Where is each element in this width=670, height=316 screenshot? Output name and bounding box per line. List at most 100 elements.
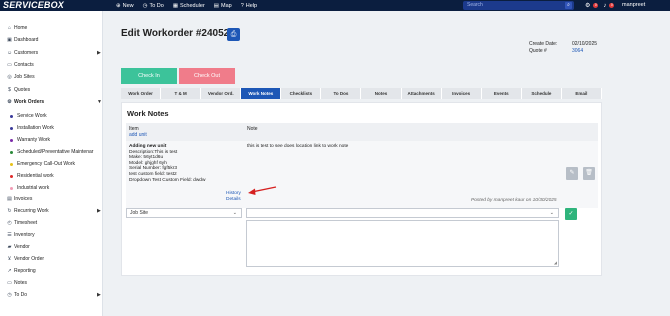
- tab-work-notes[interactable]: Work Notes: [241, 88, 282, 99]
- tab-email[interactable]: Email: [562, 88, 602, 99]
- calendar-icon: ▦: [172, 2, 179, 9]
- clock-icon: ◷: [7, 291, 12, 298]
- chevron-right-icon[interactable]: ▶: [97, 50, 101, 56]
- sidebar-item-residential[interactable]: Residential work: [10, 173, 54, 179]
- resize-handle-icon[interactable]: ◢: [554, 260, 557, 265]
- chart-icon: ↗: [7, 267, 12, 274]
- user-menu[interactable]: manpreet: [622, 0, 645, 11]
- chevron-right-icon[interactable]: ▶: [97, 208, 101, 214]
- printer-icon: ⎙: [230, 31, 237, 38]
- notes-table-header: Item add unit Note: [126, 123, 598, 141]
- search-icon[interactable]: ⌕: [565, 2, 572, 9]
- sidebar-item-todo[interactable]: ◷ To Do: [7, 292, 27, 298]
- nav-new[interactable]: ⊕ New: [116, 3, 134, 9]
- sidebar-item-emergency[interactable]: Emergency Call-Out Work: [10, 161, 75, 167]
- sidebar-item-contacts[interactable]: ▭ Contacts: [7, 62, 34, 68]
- nav-todo[interactable]: ◷ To Do: [143, 3, 164, 9]
- search-input[interactable]: Search ⌕: [463, 1, 574, 10]
- contacts-icon: ▭: [7, 61, 12, 68]
- sidebar-item-reporting[interactable]: ↗ Reporting: [7, 267, 35, 274]
- location-select[interactable]: Job Site ⌄: [126, 208, 242, 218]
- check-in-button[interactable]: Check In: [121, 68, 177, 84]
- status-dot: [10, 162, 13, 166]
- chevron-down-icon[interactable]: ▼: [97, 99, 102, 105]
- sidebar-item-recurring-work[interactable]: ↻ Recurring Work: [7, 207, 48, 214]
- sidebar-item-notes[interactable]: ▭ Notes: [7, 280, 27, 286]
- tab-events[interactable]: Events: [482, 88, 522, 99]
- inventory-icon: ☰: [7, 231, 12, 238]
- customers-icon: ☺: [7, 49, 13, 56]
- create-date-label: Create Date:: [529, 41, 558, 47]
- table-row: Adding new unit Description:This is test…: [126, 141, 598, 208]
- app-logo[interactable]: SERVICEBOX: [3, 0, 64, 11]
- note-text: this is test to see does location link t…: [247, 144, 349, 149]
- sidebar-item-preventative[interactable]: Scheduled/Preventative Maintenar: [10, 149, 93, 155]
- tab-notes[interactable]: Notes: [361, 88, 402, 99]
- check-out-button[interactable]: Check Out: [179, 68, 235, 84]
- trash-icon: 🗑: [585, 170, 593, 176]
- sidebar-item-warranty-work[interactable]: Warranty Work: [10, 137, 50, 143]
- edit-button[interactable]: ✎: [566, 167, 578, 180]
- history-link[interactable]: History: [226, 191, 241, 197]
- sidebar: ⌂ Home ▣ Dashboard ☺ Customers ▶ ▭ Contacts …: [0, 11, 103, 316]
- status-dot: [10, 186, 13, 190]
- quote-label: Quote #: [529, 48, 547, 54]
- sidebar-item-vendor-order[interactable]: ⊻ Vendor Order: [7, 256, 44, 262]
- sidebar-item-home[interactable]: ⌂ Home: [7, 25, 27, 31]
- sidebar-item-service-work[interactable]: Service Work: [10, 113, 47, 119]
- home-icon: ⌂: [7, 24, 12, 31]
- tab-attachments[interactable]: Attachments: [402, 88, 442, 99]
- top-navbar: SERVICEBOX ⊕ New ◷ To Do ▦ Scheduler ▤ Map ?…: [0, 0, 670, 11]
- map-icon: ▤: [213, 2, 219, 9]
- sidebar-item-timesheet[interactable]: ◴ Timesheet: [7, 220, 37, 226]
- tab-work-order[interactable]: Work Order: [121, 88, 162, 99]
- cart-icon: ⊻: [7, 255, 12, 262]
- map-pin-icon: ◎: [7, 73, 12, 80]
- status-dot: [10, 150, 13, 154]
- unit-dropdown-field: Dropdown Test Custom Field: dwdw: [129, 177, 206, 183]
- details-link[interactable]: Details: [226, 197, 241, 203]
- sidebar-item-inventory[interactable]: ☰ Inventory: [7, 231, 34, 238]
- plus-circle-icon: ⊕: [116, 2, 121, 9]
- tab-vendor-ord[interactable]: Vendor Ord.: [201, 88, 242, 99]
- workorder-tabs: Work Order T & M Vendor Ord. Work Notes …: [121, 88, 602, 99]
- sidebar-item-customers[interactable]: ☺ Customers: [7, 50, 38, 56]
- note-type-select[interactable]: ⌄: [246, 208, 559, 218]
- note-textarea[interactable]: ◢: [246, 220, 559, 267]
- notes-icon: ▭: [7, 279, 12, 286]
- tab-invoices[interactable]: Invoices: [442, 88, 482, 99]
- sidebar-item-vendor[interactable]: ▰ Vendor: [7, 244, 30, 250]
- sidebar-item-industrial[interactable]: Industrial work: [10, 185, 49, 191]
- clock-icon: ◷: [142, 2, 148, 9]
- posted-by: Posted by manpreet kaur on 10/30/2025: [471, 198, 557, 203]
- section-title: Work Notes: [127, 109, 169, 118]
- sidebar-item-invoices[interactable]: ▤ Invoices: [7, 196, 32, 202]
- nav-map[interactable]: ▤ Map: [214, 3, 232, 9]
- sidebar-item-installation-work[interactable]: Installation Work: [10, 125, 54, 131]
- nav-scheduler[interactable]: ▦ Scheduler: [173, 3, 205, 9]
- sidebar-item-work-orders[interactable]: ⚙ Work Orders: [7, 99, 44, 105]
- sidebar-item-dashboard[interactable]: ▣ Dashboard: [7, 37, 38, 43]
- notification-badge: 0: [593, 3, 599, 8]
- nav-help[interactable]: ? Help: [241, 3, 257, 9]
- unit-info: Adding new unit Description:This is test…: [129, 144, 205, 183]
- dashboard-icon: ▣: [7, 36, 12, 43]
- sidebar-item-job-sites[interactable]: ◎ Job Sites: [7, 73, 34, 80]
- create-date-value: 02/10/2025: [572, 41, 598, 47]
- save-note-button[interactable]: ✓: [565, 208, 577, 220]
- quote-link[interactable]: 3064: [572, 48, 583, 55]
- tab-to-dos[interactable]: To Dos: [321, 88, 362, 99]
- tab-checklists[interactable]: Checklists: [281, 88, 322, 99]
- tab-schedule[interactable]: Schedule: [522, 88, 562, 99]
- check-icon: ✓: [568, 211, 574, 217]
- recurring-icon: ↻: [7, 207, 12, 214]
- sidebar-item-quotes[interactable]: $ Quotes: [7, 87, 30, 93]
- bell-icon[interactable]: ♪: [603, 3, 606, 9]
- print-button[interactable]: ⎙: [227, 28, 240, 41]
- delete-button[interactable]: 🗑: [583, 167, 595, 180]
- add-unit-link[interactable]: add unit: [129, 132, 147, 138]
- tab-t-and-m[interactable]: T & M: [161, 88, 202, 99]
- chevron-right-icon[interactable]: ▶: [97, 292, 101, 298]
- chevron-down-icon: ⌄: [549, 210, 554, 216]
- settings-icon[interactable]: ⚙: [585, 2, 590, 9]
